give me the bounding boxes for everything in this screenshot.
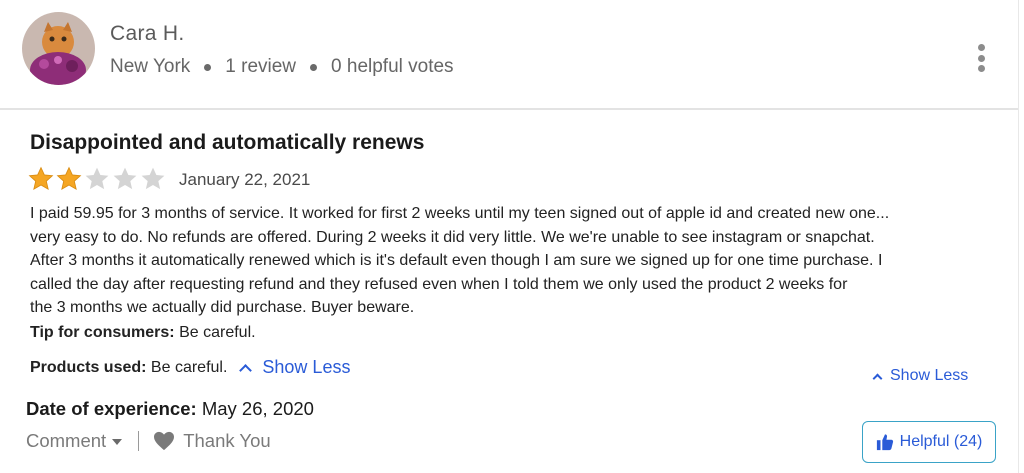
card-edge <box>1018 0 1019 473</box>
reviewer-meta: New York 1 review 0 helpful votes <box>110 56 454 78</box>
helpful-label: Helpful (24) <box>899 433 983 450</box>
products-used: Products used: Be careful. Show Less <box>30 357 350 378</box>
heart-icon <box>154 431 175 451</box>
tip-label: Tip for consumers: <box>30 324 175 341</box>
avatar[interactable] <box>22 12 95 85</box>
star-rating <box>28 166 166 192</box>
chevron-up-icon <box>872 373 883 383</box>
reviewer-header: Cara H. New York 1 review 0 helpful vote… <box>0 0 1024 109</box>
caret-down-icon <box>112 439 123 445</box>
separator-dot <box>204 63 212 71</box>
star-filled-icon <box>56 166 82 190</box>
review-date: January 22, 2021 <box>179 170 311 189</box>
action-separator <box>138 431 140 451</box>
products-value: Be careful. <box>150 358 228 376</box>
review-body: I paid 59.95 for 3 months of service. It… <box>30 205 890 316</box>
review-actions: Comment Thank You <box>26 430 271 452</box>
thumbs-up-icon <box>876 434 893 451</box>
show-less-inline-label: Show Less <box>262 357 351 377</box>
star-empty-icon <box>141 167 165 190</box>
products-label: Products used: <box>30 358 147 376</box>
reviewer-review-count: 1 review <box>225 56 297 77</box>
show-less-button[interactable]: Show Less <box>872 367 968 385</box>
experience-value: May 26, 2020 <box>201 398 314 419</box>
show-less-label: Show Less <box>890 367 969 384</box>
review-title: Disappointed and automatically renews <box>30 131 425 154</box>
thank-you-button[interactable]: Thank You <box>153 430 271 452</box>
comment-button[interactable]: Comment <box>26 430 123 452</box>
experience-label: Date of experience: <box>26 398 197 419</box>
comment-label: Comment <box>26 430 107 451</box>
chevron-up-icon <box>239 363 253 377</box>
thank-you-label: Thank You <box>183 430 271 451</box>
show-less-inline-button[interactable]: Show Less <box>239 357 350 378</box>
tip-value: Be careful. <box>179 324 256 341</box>
helpful-button[interactable]: Helpful (24) <box>862 421 996 463</box>
star-empty-icon <box>85 167 109 190</box>
reviewer-location: New York <box>110 56 191 77</box>
separator-dot <box>310 63 318 71</box>
reviewer-helpful-votes: 0 helpful votes <box>331 56 454 77</box>
tip-for-consumers: Tip for consumers: Be careful. <box>30 324 256 342</box>
star-empty-icon <box>113 167 137 190</box>
date-of-experience: Date of experience: May 26, 2020 <box>26 398 314 420</box>
star-filled-icon <box>28 166 54 190</box>
reviewer-name[interactable]: Cara H. <box>110 22 184 46</box>
more-vertical-icon[interactable] <box>970 42 992 74</box>
header-divider <box>0 108 1018 110</box>
